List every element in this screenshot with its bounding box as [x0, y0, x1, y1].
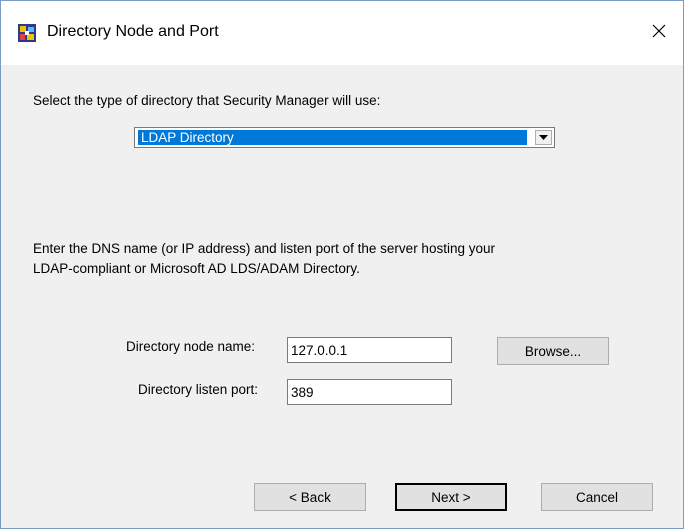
listen-port-input[interactable]	[287, 379, 452, 405]
close-button[interactable]	[641, 13, 677, 49]
cancel-button-label: Cancel	[575, 489, 619, 505]
directory-type-selected[interactable]: LDAP Directory	[138, 130, 527, 145]
back-button[interactable]: < Back	[254, 483, 366, 511]
next-button-label: Next >	[431, 489, 471, 505]
cancel-button[interactable]: Cancel	[541, 483, 653, 511]
browse-button[interactable]: Browse...	[497, 337, 609, 365]
window-title: Directory Node and Port	[47, 23, 219, 40]
title-bar: Directory Node and Port	[1, 1, 683, 65]
directory-type-prompt: Select the type of directory that Securi…	[33, 93, 381, 108]
instruction-line-1: Enter the DNS name (or IP address) and l…	[33, 241, 495, 256]
dialog-window: Directory Node and Port Select the type …	[0, 0, 684, 529]
next-button[interactable]: Next >	[395, 483, 507, 511]
node-name-label: Directory node name:	[126, 339, 256, 354]
directory-type-dropdown[interactable]: LDAP Directory	[134, 127, 555, 148]
app-icon	[18, 24, 36, 42]
dialog-body: Select the type of directory that Securi…	[1, 65, 683, 528]
instruction-line-2: LDAP-compliant or Microsoft AD LDS/ADAM …	[33, 261, 360, 276]
dropdown-arrow-button[interactable]	[535, 130, 552, 145]
close-icon	[652, 24, 666, 38]
back-button-label: < Back	[289, 489, 331, 505]
node-name-input[interactable]	[287, 337, 452, 363]
listen-port-label: Directory listen port:	[138, 382, 259, 397]
chevron-down-icon	[539, 135, 548, 140]
browse-button-label: Browse...	[524, 343, 582, 359]
